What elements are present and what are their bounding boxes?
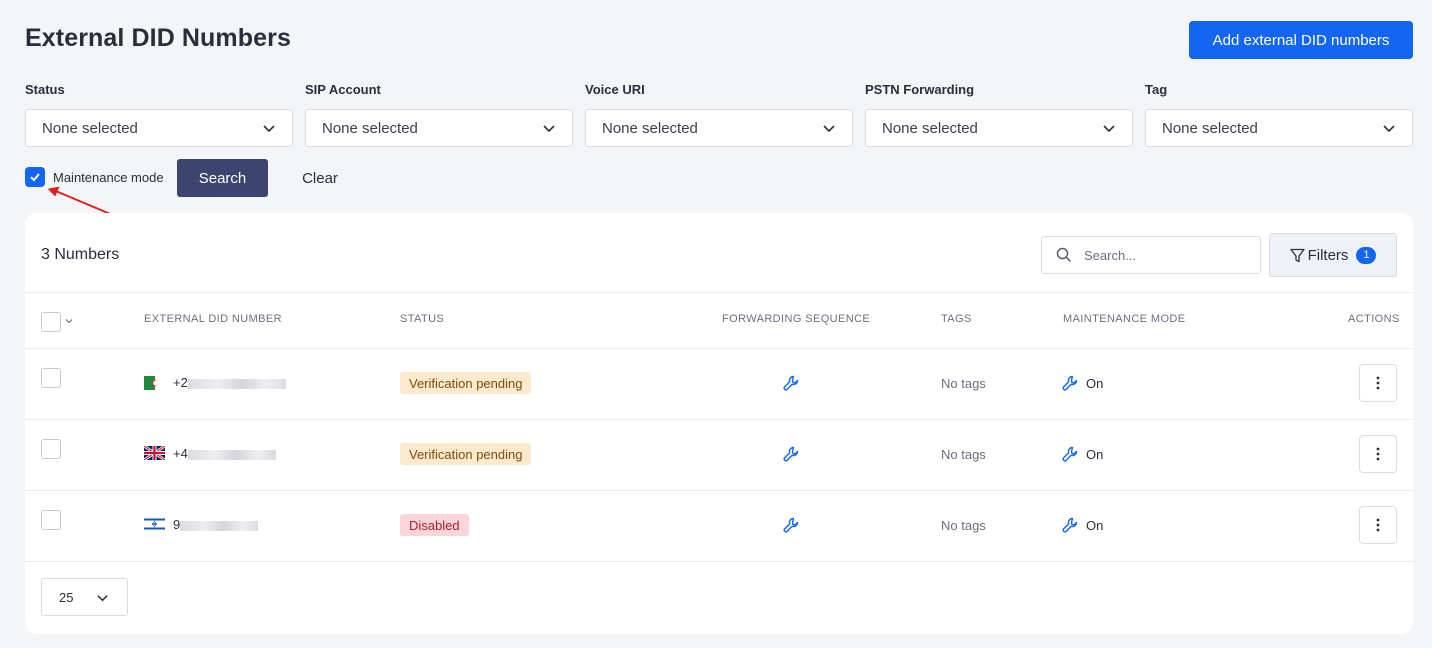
per-page-select[interactable]: 25 [41, 578, 128, 616]
col-status: STATUS [400, 313, 445, 325]
redacted-number [187, 449, 276, 460]
kebab-icon [1376, 518, 1380, 532]
did-number-prefix: +4 [173, 446, 188, 461]
tags-cell: No tags [941, 447, 986, 462]
wrench-icon[interactable] [783, 517, 799, 533]
maintenance-mode-value: On [1086, 446, 1104, 462]
funnel-icon [1289, 248, 1305, 262]
divider [25, 348, 1413, 349]
select-value: None selected [1162, 119, 1258, 137]
filter-label: Voice URI [585, 82, 645, 97]
filter-label: PSTN Forwarding [865, 82, 975, 97]
chevron-down-icon[interactable] [65, 317, 73, 325]
select-value: None selected [42, 119, 138, 137]
chevron-down-icon [1103, 125, 1115, 133]
did-number-prefix: 9 [173, 517, 181, 532]
tags-cell: No tags [941, 518, 986, 533]
did-number: 9 [173, 517, 259, 532]
filters-count-badge: 1 [1356, 246, 1377, 264]
tags-cell: No tags [941, 376, 986, 391]
wrench-icon[interactable] [783, 446, 799, 462]
filters-label: Filters [1307, 246, 1349, 264]
numbers-count: 3 Numbers [41, 246, 120, 263]
filter-label: Tag [1145, 82, 1168, 97]
wrench-icon [1062, 446, 1078, 462]
wrench-icon[interactable] [783, 375, 799, 391]
page-title: External DID Numbers [25, 24, 291, 52]
col-external-did-number: EXTERNAL DID NUMBER [144, 313, 282, 325]
row-checkbox[interactable] [41, 510, 61, 530]
status-select[interactable]: None selected [25, 109, 293, 147]
sip-account-select[interactable]: None selected [305, 109, 573, 147]
wrench-icon [1062, 517, 1078, 533]
search-icon [1056, 247, 1072, 263]
did-number: +4 [173, 446, 276, 461]
add-external-did-button[interactable]: Add external DID numbers [1189, 21, 1413, 59]
chevron-down-icon [1383, 125, 1395, 133]
col-actions: ACTIONS [1348, 313, 1400, 325]
tag-select[interactable]: None selected [1145, 109, 1413, 147]
status-badge: Verification pending [400, 372, 532, 394]
status-badge: Disabled [400, 514, 469, 536]
chevron-down-icon [543, 125, 555, 133]
filter-label: SIP Account [305, 82, 381, 97]
maintenance-mode-toggle[interactable]: On [1062, 446, 1103, 462]
pstn-forwarding-select[interactable]: None selected [865, 109, 1133, 147]
redacted-number [180, 520, 259, 531]
filters-button[interactable]: Filters 1 [1269, 233, 1397, 277]
table-search[interactable] [1041, 236, 1261, 274]
maintenance-mode-toggle[interactable]: On [1062, 375, 1103, 391]
divider [25, 292, 1413, 293]
row-actions-button[interactable] [1359, 506, 1397, 544]
voice-uri-filter: Voice URI None selected [585, 82, 853, 147]
divider [25, 561, 1413, 562]
col-tags: TAGS [941, 313, 972, 325]
chevron-down-icon [263, 125, 275, 133]
voice-uri-select[interactable]: None selected [585, 109, 853, 147]
table-search-input[interactable] [1084, 247, 1244, 263]
row-checkbox[interactable] [41, 368, 61, 388]
israel-flag-icon [144, 517, 165, 531]
divider [25, 490, 1413, 491]
status-badge: Verification pending [400, 443, 532, 465]
chevron-down-icon [823, 125, 835, 133]
per-page-value: 25 [59, 589, 74, 605]
uk-flag-icon [144, 446, 165, 460]
did-number-prefix: +2 [173, 375, 188, 390]
kebab-icon [1376, 376, 1380, 390]
row-actions-button[interactable] [1359, 435, 1397, 473]
kebab-icon [1376, 447, 1380, 461]
col-maintenance-mode: MAINTENANCE MODE [1063, 313, 1186, 325]
tag-filter: Tag None selected [1145, 82, 1413, 147]
status-filter: Status None selected [25, 82, 293, 147]
sip-account-filter: SIP Account None selected [305, 82, 573, 147]
row-actions-button[interactable] [1359, 364, 1397, 402]
select-value: None selected [322, 119, 418, 137]
maintenance-mode-value: On [1086, 517, 1104, 533]
select-value: None selected [602, 119, 698, 137]
algeria-flag-icon [144, 376, 165, 390]
col-forwarding-sequence: FORWARDING SEQUENCE [722, 313, 871, 325]
filter-label: Status [25, 82, 65, 97]
select-all-checkbox[interactable] [41, 312, 61, 332]
divider [25, 419, 1413, 420]
row-checkbox[interactable] [41, 439, 61, 459]
select-value: None selected [882, 119, 978, 137]
redacted-number [187, 378, 286, 389]
maintenance-mode-toggle[interactable]: On [1062, 517, 1103, 533]
did-number: +2 [173, 375, 286, 390]
maintenance-mode-value: On [1086, 375, 1104, 391]
numbers-table-card: 3 Numbers Filters 1 EXTERNAL DID NUMBER … [25, 213, 1413, 634]
wrench-icon [1062, 375, 1078, 391]
pstn-forwarding-filter: PSTN Forwarding None selected [865, 82, 1133, 147]
chevron-down-icon [97, 594, 108, 601]
search-button[interactable]: Search [177, 159, 268, 197]
clear-button[interactable]: Clear [296, 159, 344, 197]
